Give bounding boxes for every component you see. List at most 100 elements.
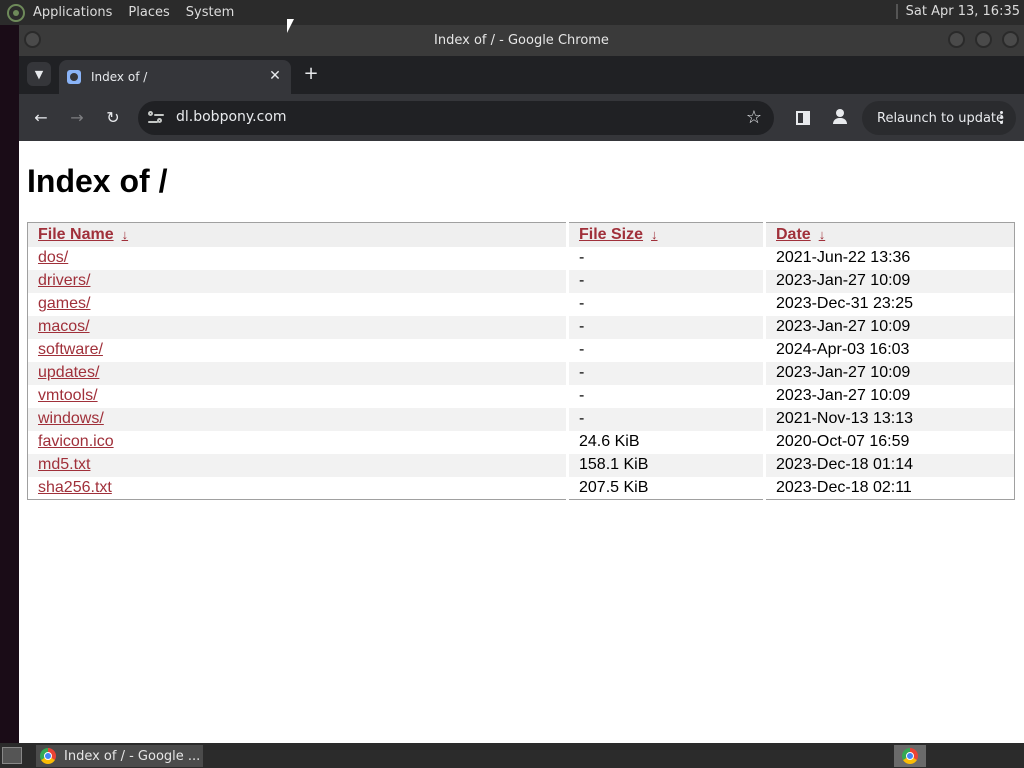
address-bar[interactable]: dl.bobpony.com ☆ xyxy=(138,101,774,135)
menu-system[interactable]: System xyxy=(186,5,234,20)
file-size-cell: 207.5 KiB xyxy=(567,476,766,500)
page-content: Index of / File Name ↓ File Size ↓ Date ↓ d… xyxy=(19,141,1024,743)
file-size-cell: 158.1 KiB xyxy=(567,453,766,477)
file-name-cell: dos/ xyxy=(27,246,569,270)
sort-size-arrow-icon[interactable]: ↓ xyxy=(651,227,658,242)
file-date-cell: 2023-Dec-18 02:11 xyxy=(776,478,912,496)
file-name-cell: sha256.txt xyxy=(27,476,569,500)
url-text[interactable]: dl.bobpony.com xyxy=(176,109,287,125)
back-arrow-icon[interactable]: ← xyxy=(29,106,53,130)
sort-name-arrow-icon[interactable]: ↓ xyxy=(122,227,129,242)
file-link[interactable]: sha256.txt xyxy=(38,479,112,496)
sort-by-name-link[interactable]: File Name xyxy=(38,226,114,243)
file-date-cell: 2020-Oct-07 16:59 xyxy=(776,433,910,450)
page-heading: Index of / xyxy=(27,163,168,199)
file-size-cell: - xyxy=(567,361,766,385)
chrome-icon xyxy=(40,748,56,764)
file-link[interactable]: windows/ xyxy=(38,410,104,427)
browser-window: Index of / - Google Chrome ▼ Index of / … xyxy=(19,25,1024,743)
side-panel-icon[interactable] xyxy=(796,111,810,125)
table-row: drivers/ -2023-Jan-27 10:09 xyxy=(27,269,1015,293)
tab-index[interactable]: Index of / ✕ xyxy=(59,60,291,94)
file-date-cell: 2023-Jan-27 10:09 xyxy=(764,269,1015,293)
window-title: Index of / - Google Chrome xyxy=(434,33,609,48)
tray-chrome-button[interactable] xyxy=(894,745,926,767)
relaunch-to-update-button[interactable]: Relaunch to update xyxy=(862,101,1016,135)
file-name-cell: games/ xyxy=(27,292,569,316)
clock[interactable]: Sat Apr 13, 16:35 xyxy=(895,4,1020,19)
column-header-file-name[interactable]: File Name ↓ xyxy=(27,222,569,247)
file-link[interactable]: favicon.ico xyxy=(38,433,114,450)
minimize-icon[interactable] xyxy=(948,31,965,48)
taskbar-item-label: Index of / - Google ... xyxy=(64,748,201,764)
file-size-cell: - xyxy=(567,338,766,362)
table-row: windows/ -2021-Nov-13 13:13 xyxy=(27,407,1015,431)
file-size-cell: - xyxy=(567,407,766,431)
file-size-cell: - xyxy=(567,292,766,316)
menu-places[interactable]: Places xyxy=(128,5,169,20)
file-date-cell: 2023-Jan-27 10:09 xyxy=(764,315,1015,339)
table-row: dos/ -2021-Jun-22 13:36 xyxy=(27,246,1015,270)
maximize-icon[interactable] xyxy=(975,31,992,48)
file-name-cell: favicon.ico xyxy=(27,430,569,454)
tab-strip: ▼ Index of / ✕ + xyxy=(19,56,1024,94)
file-size-cell: - xyxy=(567,315,766,339)
file-link[interactable]: vmtools/ xyxy=(38,387,98,404)
column-header-file-size[interactable]: File Size ↓ xyxy=(567,222,766,247)
sort-by-date-link[interactable]: Date xyxy=(776,226,811,243)
file-link[interactable]: macos/ xyxy=(38,318,90,335)
table-row: favicon.ico 24.6 KiB 2020-Oct-07 16:59 xyxy=(27,430,1015,454)
file-name-cell: updates/ xyxy=(27,361,569,385)
table-row: updates/ -2023-Jan-27 10:09 xyxy=(27,361,1015,385)
file-link[interactable]: drivers/ xyxy=(38,272,90,289)
file-date-cell: 2021-Jun-22 13:36 xyxy=(776,249,911,266)
bookmark-star-icon[interactable]: ☆ xyxy=(746,107,762,128)
menu-applications[interactable]: Applications xyxy=(33,5,112,20)
table-row: vmtools/ -2023-Jan-27 10:09 xyxy=(27,384,1015,408)
file-date-cell: 2023-Dec-31 23:25 xyxy=(776,295,913,312)
file-name-cell: windows/ xyxy=(27,407,569,431)
tab-close-icon[interactable]: ✕ xyxy=(267,68,283,84)
show-desktop-icon[interactable] xyxy=(2,747,22,764)
file-link[interactable]: updates/ xyxy=(38,364,99,381)
browser-toolbar: ← → ↻ dl.bobpony.com ☆ Relaunch to updat… xyxy=(19,94,1024,141)
file-link[interactable]: games/ xyxy=(38,295,90,312)
file-name-cell: vmtools/ xyxy=(27,384,569,408)
more-menu-icon[interactable] xyxy=(1000,111,1004,125)
sort-date-arrow-icon[interactable]: ↓ xyxy=(819,227,826,242)
file-date-cell: 2023-Dec-18 01:14 xyxy=(764,453,1015,477)
taskbar-item-chrome[interactable]: Index of / - Google ... xyxy=(36,745,203,767)
window-titlebar[interactable]: Index of / - Google Chrome xyxy=(19,25,1024,56)
tab-label: Index of / xyxy=(91,70,148,84)
file-name-cell: macos/ xyxy=(27,315,569,339)
sort-by-size-link[interactable]: File Size xyxy=(579,226,643,243)
file-name-cell: software/ xyxy=(27,338,569,362)
window-menu-icon[interactable] xyxy=(24,31,41,48)
file-date-cell: 2021-Nov-13 13:13 xyxy=(764,407,1015,431)
column-header-date[interactable]: Date ↓ xyxy=(764,222,1015,247)
tab-search-chevron-down-icon[interactable]: ▼ xyxy=(27,62,51,86)
forward-arrow-icon[interactable]: → xyxy=(65,106,89,130)
table-row: software/ -2024-Apr-03 16:03 xyxy=(27,338,1015,362)
new-tab-plus-icon[interactable]: + xyxy=(301,64,321,84)
file-date-cell: 2023-Jan-27 10:09 xyxy=(776,387,911,404)
chrome-tray-icon xyxy=(902,748,918,764)
desktop-background xyxy=(0,25,19,743)
top-panel: Applications Places System Sat Apr 13, 1… xyxy=(0,0,1024,25)
file-size-cell: 24.6 KiB xyxy=(567,430,766,454)
profile-icon[interactable] xyxy=(831,108,849,126)
distro-logo-icon[interactable] xyxy=(7,3,25,22)
site-info-tune-icon[interactable] xyxy=(148,110,164,126)
file-size-cell: - xyxy=(567,269,766,293)
table-row: sha256.txt 207.5 KiB 2023-Dec-18 02:11 xyxy=(27,476,1015,500)
file-date-cell: 2023-Jan-27 10:09 xyxy=(764,361,1015,385)
file-link[interactable]: software/ xyxy=(38,341,103,358)
close-window-icon[interactable] xyxy=(1002,31,1019,48)
file-link[interactable]: dos/ xyxy=(38,249,68,266)
table-row: games/ -2023-Dec-31 23:25 xyxy=(27,292,1015,316)
reload-icon[interactable]: ↻ xyxy=(101,106,125,130)
file-size-cell: - xyxy=(567,384,766,408)
file-size-cell: - xyxy=(567,246,766,270)
file-link[interactable]: md5.txt xyxy=(38,456,90,473)
file-name-cell: md5.txt xyxy=(27,453,569,477)
